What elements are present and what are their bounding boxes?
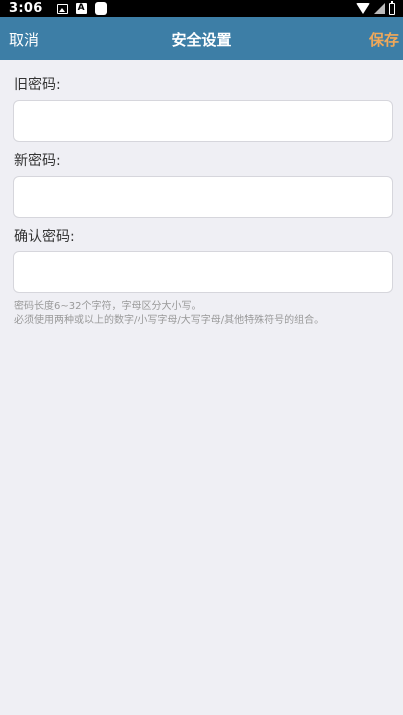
new-password-input[interactable] (13, 176, 393, 218)
password-hint-length: 密码长度6~32个字符，字母区分大小写。 (14, 301, 202, 312)
wifi-icon (356, 3, 370, 14)
save-button[interactable]: 保存 (369, 29, 399, 50)
confirm-password-label: 确认密码: (14, 229, 75, 245)
old-password-label: 旧密码: (14, 77, 61, 93)
a-icon: A (75, 3, 87, 14)
status-time: 3:06 (9, 1, 43, 16)
password-hint-complexity: 必须使用两种或以上的数字/小写字母/大写字母/其他特殊符号的组合。 (14, 315, 325, 326)
new-password-label: 新密码: (14, 153, 61, 169)
battery-icon (389, 0, 395, 15)
confirm-password-input[interactable] (13, 251, 393, 293)
status-bar: 3:06 A (0, 0, 403, 17)
signal-icon (374, 3, 385, 14)
old-password-input[interactable] (13, 100, 393, 142)
nav-bar: 取消 安全设置 保存 (0, 17, 403, 60)
page-title: 安全设置 (171, 31, 232, 49)
image-icon (56, 3, 68, 14)
blank-icon (94, 2, 107, 15)
